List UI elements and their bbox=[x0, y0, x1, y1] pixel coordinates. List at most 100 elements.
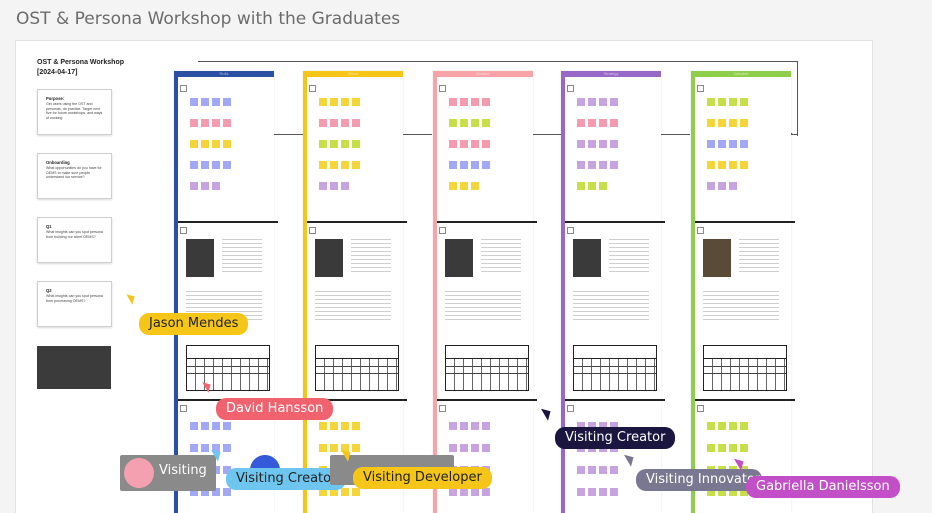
sticky-note[interactable] bbox=[588, 161, 596, 169]
sticky-note[interactable] bbox=[577, 161, 585, 169]
sticky-note[interactable] bbox=[223, 444, 231, 452]
sticky-note[interactable] bbox=[449, 98, 457, 106]
persona-table[interactable] bbox=[186, 345, 270, 391]
sticky-note[interactable] bbox=[482, 161, 490, 169]
sticky-note[interactable] bbox=[190, 182, 198, 190]
sticky-note[interactable] bbox=[460, 161, 468, 169]
sticky-note[interactable] bbox=[190, 119, 198, 127]
sticky-note[interactable] bbox=[449, 488, 457, 496]
sticky-note[interactable] bbox=[201, 422, 209, 430]
sticky-note[interactable] bbox=[740, 98, 748, 106]
sticky-note[interactable] bbox=[599, 182, 607, 190]
sticky-note[interactable] bbox=[471, 98, 479, 106]
sticky-note[interactable] bbox=[729, 98, 737, 106]
sticky-note[interactable] bbox=[707, 119, 715, 127]
sticky-note[interactable] bbox=[352, 444, 360, 452]
sticky-note[interactable] bbox=[577, 182, 585, 190]
sticky-note[interactable] bbox=[190, 161, 198, 169]
sticky-note[interactable] bbox=[588, 182, 596, 190]
sticky-note[interactable] bbox=[740, 140, 748, 148]
sticky-note[interactable] bbox=[341, 488, 349, 496]
sticky-note[interactable] bbox=[352, 119, 360, 127]
sticky-note[interactable] bbox=[330, 422, 338, 430]
sticky-note[interactable] bbox=[577, 119, 585, 127]
sticky-note[interactable] bbox=[471, 488, 479, 496]
sticky-note[interactable] bbox=[471, 444, 479, 452]
sticky-note[interactable] bbox=[341, 98, 349, 106]
sticky-note[interactable] bbox=[482, 422, 490, 430]
sticky-note[interactable] bbox=[330, 444, 338, 452]
sticky-note[interactable] bbox=[460, 98, 468, 106]
sticky-note[interactable] bbox=[729, 444, 737, 452]
persona-table[interactable] bbox=[703, 345, 787, 391]
sticky-note[interactable] bbox=[471, 422, 479, 430]
sticky-note[interactable] bbox=[319, 140, 327, 148]
sticky-note[interactable] bbox=[729, 161, 737, 169]
sticky-note[interactable] bbox=[610, 98, 618, 106]
sticky-note[interactable] bbox=[740, 119, 748, 127]
sticky-note[interactable] bbox=[190, 98, 198, 106]
sticky-note[interactable] bbox=[718, 182, 726, 190]
sticky-note[interactable] bbox=[707, 98, 715, 106]
sticky-note[interactable] bbox=[599, 140, 607, 148]
sticky-note[interactable] bbox=[599, 488, 607, 496]
sticky-note[interactable] bbox=[718, 98, 726, 106]
sticky-note[interactable] bbox=[740, 444, 748, 452]
persona-table[interactable] bbox=[573, 345, 657, 391]
sticky-note[interactable] bbox=[729, 140, 737, 148]
sticky-note[interactable] bbox=[330, 140, 338, 148]
sticky-note[interactable] bbox=[482, 444, 490, 452]
sticky-note[interactable] bbox=[201, 444, 209, 452]
sticky-note[interactable] bbox=[352, 422, 360, 430]
persona-photo[interactable] bbox=[703, 239, 731, 277]
sticky-note[interactable] bbox=[223, 422, 231, 430]
sticky-note[interactable] bbox=[223, 161, 231, 169]
whiteboard-canvas[interactable]: OST & Persona Workshop [2024-04-17] Purp… bbox=[15, 40, 873, 513]
sticky-note[interactable] bbox=[577, 488, 585, 496]
sticky-note[interactable] bbox=[212, 98, 220, 106]
sticky-note[interactable] bbox=[588, 98, 596, 106]
sticky-note[interactable] bbox=[471, 161, 479, 169]
sticky-note[interactable] bbox=[599, 119, 607, 127]
sticky-note[interactable] bbox=[610, 119, 618, 127]
sticky-note[interactable] bbox=[599, 98, 607, 106]
sticky-note[interactable] bbox=[341, 161, 349, 169]
sticky-note[interactable] bbox=[577, 466, 585, 474]
sticky-note[interactable] bbox=[449, 119, 457, 127]
sticky-note[interactable] bbox=[319, 119, 327, 127]
sticky-note[interactable] bbox=[599, 466, 607, 474]
sticky-note[interactable] bbox=[190, 140, 198, 148]
sticky-note[interactable] bbox=[201, 182, 209, 190]
sticky-note[interactable] bbox=[740, 422, 748, 430]
sticky-note[interactable] bbox=[212, 119, 220, 127]
sticky-note[interactable] bbox=[319, 98, 327, 106]
sticky-note[interactable] bbox=[212, 140, 220, 148]
persona-photo[interactable] bbox=[315, 239, 343, 277]
sticky-note[interactable] bbox=[482, 119, 490, 127]
q1-card[interactable]: Q1 What insights can you spot persona fr… bbox=[37, 217, 112, 263]
sticky-note[interactable] bbox=[588, 140, 596, 148]
sticky-note[interactable] bbox=[319, 444, 327, 452]
sticky-note[interactable] bbox=[341, 182, 349, 190]
sticky-note[interactable] bbox=[718, 444, 726, 452]
sticky-note[interactable] bbox=[610, 466, 618, 474]
sticky-note[interactable] bbox=[707, 182, 715, 190]
sticky-note[interactable] bbox=[330, 182, 338, 190]
sticky-note[interactable] bbox=[449, 182, 457, 190]
sticky-note[interactable] bbox=[319, 422, 327, 430]
sticky-note[interactable] bbox=[482, 488, 490, 496]
sticky-note[interactable] bbox=[588, 488, 596, 496]
column-vision[interactable]: Vision bbox=[303, 71, 407, 513]
sticky-note[interactable] bbox=[449, 444, 457, 452]
sticky-note[interactable] bbox=[740, 161, 748, 169]
sticky-note[interactable] bbox=[223, 119, 231, 127]
sticky-note[interactable] bbox=[577, 98, 585, 106]
sticky-note[interactable] bbox=[330, 119, 338, 127]
sticky-note[interactable] bbox=[460, 182, 468, 190]
sticky-note[interactable] bbox=[330, 161, 338, 169]
sticky-note[interactable] bbox=[223, 140, 231, 148]
sticky-note[interactable] bbox=[212, 182, 220, 190]
sticky-note[interactable] bbox=[729, 182, 737, 190]
sticky-note[interactable] bbox=[319, 161, 327, 169]
sticky-note[interactable] bbox=[460, 119, 468, 127]
